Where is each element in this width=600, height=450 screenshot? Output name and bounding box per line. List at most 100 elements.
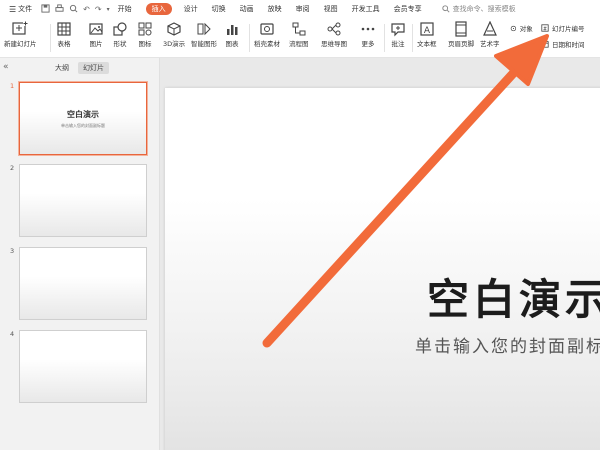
- undo-icon[interactable]: ↶: [83, 5, 90, 14]
- demo3d-button[interactable]: 3D演示: [163, 21, 185, 48]
- shape-icon: [113, 22, 127, 36]
- new-slide-label: 新建幻灯片: [4, 40, 37, 48]
- textbox-button[interactable]: A 文本框: [417, 21, 437, 48]
- material-icon: [260, 23, 274, 35]
- file-menu[interactable]: ☰ 文件: [6, 3, 35, 15]
- svg-text:#: #: [543, 26, 547, 32]
- tab-transitions[interactable]: 切换: [212, 3, 226, 15]
- mindmap-label: 思维导图: [321, 40, 347, 48]
- preview-icon[interactable]: [69, 4, 78, 15]
- tab-animation[interactable]: 动画: [240, 3, 254, 15]
- tab-insert[interactable]: 插入: [145, 3, 172, 15]
- picture-button[interactable]: 图片: [88, 21, 104, 48]
- tab-outline[interactable]: 大纲: [50, 62, 74, 74]
- search-icon: [441, 5, 450, 13]
- file-menu-label: 文件: [18, 5, 33, 13]
- slide-number-label: 幻灯片编号: [552, 25, 585, 33]
- smart-graphic-button[interactable]: 智能图形: [191, 21, 217, 48]
- slide-number: 1: [10, 82, 15, 90]
- object-button[interactable]: ⊙ 对象: [510, 23, 533, 34]
- header-footer-button[interactable]: 页眉页脚: [448, 21, 474, 48]
- shape-button[interactable]: 形状: [112, 21, 128, 48]
- slide-number-button[interactable]: # 幻灯片编号: [541, 23, 585, 33]
- art-text-button[interactable]: 艺术字: [480, 21, 500, 48]
- search-placeholder: 查找命令、搜索模板: [452, 5, 516, 13]
- art-text-icon: [482, 21, 497, 36]
- redo-icon[interactable]: ↷: [95, 5, 102, 14]
- tab-developer[interactable]: 开发工具: [352, 3, 380, 15]
- slide-panel: « 大纲 幻灯片 1 空白演示 单击输入您的封面副标题 2 3 4: [0, 58, 160, 450]
- picture-icon: [89, 23, 103, 35]
- slide-subtitle[interactable]: 单击输入您的封面副标题: [415, 332, 600, 357]
- date-time-label: 日期和时间: [552, 41, 585, 49]
- print-icon[interactable]: [55, 3, 64, 15]
- tab-slides[interactable]: 幻灯片: [78, 62, 109, 74]
- new-slide-button[interactable]: 新建幻灯片: [4, 21, 37, 48]
- ribbon-divider: [412, 24, 413, 52]
- editing-canvas: 空白演示 单击输入您的封面副标题: [160, 58, 600, 450]
- more-button[interactable]: 更多: [360, 21, 376, 48]
- menu-tabs: 开始 插入 设计 切换 动画 放映 审阅 视图 开发工具 会员专享: [118, 3, 436, 15]
- comment-label: 批注: [391, 40, 405, 48]
- comment-icon: [391, 23, 405, 37]
- svg-text:A: A: [424, 26, 431, 36]
- slide-number: 2: [10, 164, 15, 172]
- ribbon-divider: [384, 24, 385, 52]
- mindmap-button[interactable]: 思维导图: [321, 21, 347, 48]
- art-text-label: 艺术字: [480, 40, 500, 48]
- smart-graphic-label: 智能图形: [191, 40, 217, 48]
- ribbon-insert: 新建幻灯片 表格 图片 形状 图标 3D演示 智能图形 图表 稻壳素材 流程图 …: [0, 18, 600, 58]
- quick-access-toolbar: ↶ ↷ ▾: [41, 3, 110, 15]
- new-slide-icon: [12, 21, 29, 35]
- header-footer-icon: [455, 21, 467, 37]
- material-button[interactable]: 稻壳素材: [254, 21, 280, 48]
- textbox-icon: A: [420, 22, 434, 36]
- date-time-button[interactable]: 日期和时间: [541, 39, 585, 49]
- ribbon-divider: [249, 24, 250, 52]
- slide-number-icon: #: [541, 24, 549, 32]
- chart-label: 图表: [225, 40, 239, 48]
- icon-button[interactable]: 图标: [137, 21, 153, 48]
- slide-thumbnail[interactable]: [19, 247, 147, 320]
- chevron-down-icon[interactable]: ▾: [107, 6, 110, 13]
- collapse-panel-icon[interactable]: «: [3, 62, 9, 72]
- current-slide[interactable]: 空白演示 单击输入您的封面副标题: [165, 88, 600, 450]
- slide-thumbnail[interactable]: 空白演示 单击输入您的封面副标题: [19, 82, 147, 155]
- cube-icon: [167, 22, 181, 36]
- thumbnail-title: 空白演示: [67, 110, 99, 119]
- icon-library-icon: [138, 22, 152, 36]
- tab-design[interactable]: 设计: [184, 3, 198, 15]
- icon-label: 图标: [138, 40, 152, 48]
- textbox-label: 文本框: [417, 40, 437, 48]
- table-icon: [57, 22, 71, 36]
- flowchart-label: 流程图: [289, 40, 309, 48]
- picture-label: 图片: [89, 40, 103, 48]
- slide-thumbnail[interactable]: [19, 164, 147, 237]
- flowchart-icon: [292, 22, 306, 36]
- calendar-icon: [541, 41, 549, 48]
- slide-thumbnail[interactable]: [19, 330, 147, 403]
- object-icon: ⊙: [510, 23, 517, 33]
- tab-member[interactable]: 会员专享: [394, 3, 422, 15]
- smart-graphic-icon: [197, 22, 211, 36]
- more-label: 更多: [361, 40, 375, 48]
- slide-title[interactable]: 空白演示: [427, 266, 600, 327]
- comment-button[interactable]: 批注: [390, 21, 406, 48]
- panel-view-tabs: 大纲 幻灯片: [50, 62, 109, 74]
- command-search[interactable]: 查找命令、搜索模板: [441, 4, 516, 14]
- hamburger-icon: ☰: [9, 4, 17, 14]
- save-icon[interactable]: [41, 3, 50, 15]
- tab-home[interactable]: 开始: [118, 3, 132, 15]
- more-icon: [361, 27, 375, 31]
- chart-button[interactable]: 图表: [224, 21, 240, 48]
- chart-icon: [227, 25, 238, 35]
- ribbon-divider: [50, 24, 51, 52]
- table-button[interactable]: 表格: [56, 21, 72, 48]
- header-footer-label: 页眉页脚: [448, 40, 474, 48]
- flowchart-button[interactable]: 流程图: [289, 21, 309, 48]
- menu-bar: ☰ 文件 ↶ ↷ ▾ 开始 插入 设计 切换 动画 放映 审阅 视图 开发工具 …: [0, 0, 600, 18]
- tab-slideshow[interactable]: 放映: [268, 3, 282, 15]
- tab-view[interactable]: 视图: [324, 3, 338, 15]
- table-label: 表格: [57, 40, 71, 48]
- tab-review[interactable]: 审阅: [296, 3, 310, 15]
